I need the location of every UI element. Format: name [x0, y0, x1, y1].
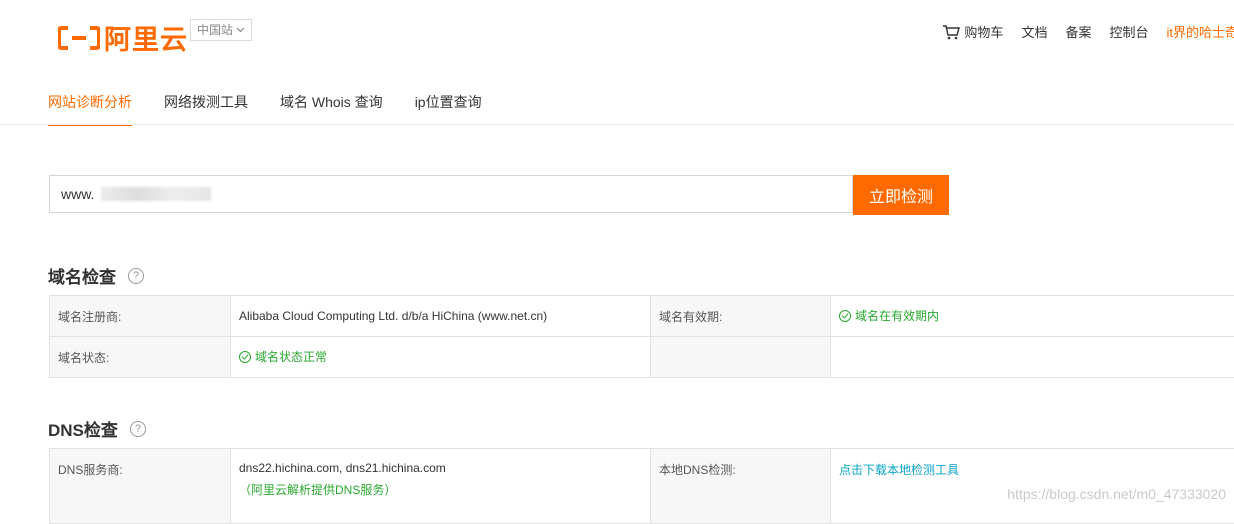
registrar-value: Alibaba Cloud Computing Ltd. d/b/a HiChi…	[231, 296, 651, 337]
tool-tabs: 网站诊断分析 网络拨测工具 域名 Whois 查询 ip位置查询	[48, 92, 514, 126]
site-select-label: 中国站	[197, 20, 233, 40]
nav-console[interactable]: 控制台	[1109, 22, 1148, 41]
domain-check-title-text: 域名检查	[48, 263, 116, 288]
domain-status-value: 域名状态正常	[231, 337, 651, 378]
top-nav: 购物车 文档 备案 控制台 it界的哈士奇	[924, 22, 1234, 41]
table-row: 域名注册商: Alibaba Cloud Computing Ltd. d/b/…	[50, 296, 1234, 337]
validity-label: 域名有效期:	[651, 296, 831, 337]
redacted-domain	[101, 187, 211, 201]
dns-check-title: DNS检查 ?	[48, 416, 146, 441]
nav-docs[interactable]: 文档	[1021, 22, 1047, 41]
tab-site-diagnosis[interactable]: 网站诊断分析	[48, 92, 132, 126]
download-tool-link[interactable]: 点击下载本地检测工具	[839, 463, 959, 477]
domain-input[interactable]	[61, 186, 101, 202]
dns-provider-servers: dns22.hichina.com, dns21.hichina.com	[239, 461, 642, 475]
domain-check-title: 域名检查 ?	[48, 263, 144, 288]
nav-user[interactable]: it界的哈士奇	[1166, 22, 1234, 41]
site-select[interactable]: 中国站	[190, 19, 252, 41]
domain-check-table: 域名注册商: Alibaba Cloud Computing Ltd. d/b/…	[49, 295, 1234, 378]
dns-check-title-text: DNS检查	[48, 416, 118, 441]
chevron-down-icon	[236, 27, 245, 33]
local-dns-label: 本地DNS检测:	[651, 449, 831, 524]
validity-text: 域名在有效期内	[855, 307, 939, 324]
table-row: 域名状态: 域名状态正常	[50, 337, 1234, 378]
tab-whois[interactable]: 域名 Whois 查询	[280, 92, 383, 126]
logo-mark-icon	[58, 23, 100, 53]
dns-provider-note: （阿里云解析提供DNS服务）	[239, 481, 642, 498]
empty-label-cell	[651, 337, 831, 378]
check-now-button[interactable]: 立即检测	[853, 175, 949, 215]
check-circle-icon	[239, 351, 251, 363]
logo-text: 阿里云	[104, 18, 188, 57]
domain-status-text: 域名状态正常	[255, 348, 327, 365]
nav-cart[interactable]: 购物车	[942, 22, 1003, 41]
nav-cart-label: 购物车	[964, 22, 1003, 41]
dns-provider-value: dns22.hichina.com, dns21.hichina.com （阿里…	[231, 449, 651, 524]
dns-provider-label: DNS服务商:	[50, 449, 231, 524]
check-circle-icon	[839, 310, 851, 322]
empty-value-cell	[831, 337, 1234, 378]
registrar-label: 域名注册商:	[50, 296, 231, 337]
tab-network-probe[interactable]: 网络拨测工具	[164, 92, 248, 126]
validity-value: 域名在有效期内	[831, 296, 1234, 337]
domain-search-field[interactable]	[49, 175, 853, 213]
domain-status-label: 域名状态:	[50, 337, 231, 378]
help-icon[interactable]: ?	[130, 421, 146, 437]
nav-beian[interactable]: 备案	[1065, 22, 1091, 41]
cart-icon	[942, 24, 960, 40]
tabs-divider	[0, 124, 1234, 125]
watermark: https://blog.csdn.net/m0_47333020	[1007, 486, 1226, 502]
tab-ip-location[interactable]: ip位置查询	[415, 92, 482, 126]
help-icon[interactable]: ?	[128, 268, 144, 284]
aliyun-logo[interactable]: 阿里云	[58, 18, 188, 57]
